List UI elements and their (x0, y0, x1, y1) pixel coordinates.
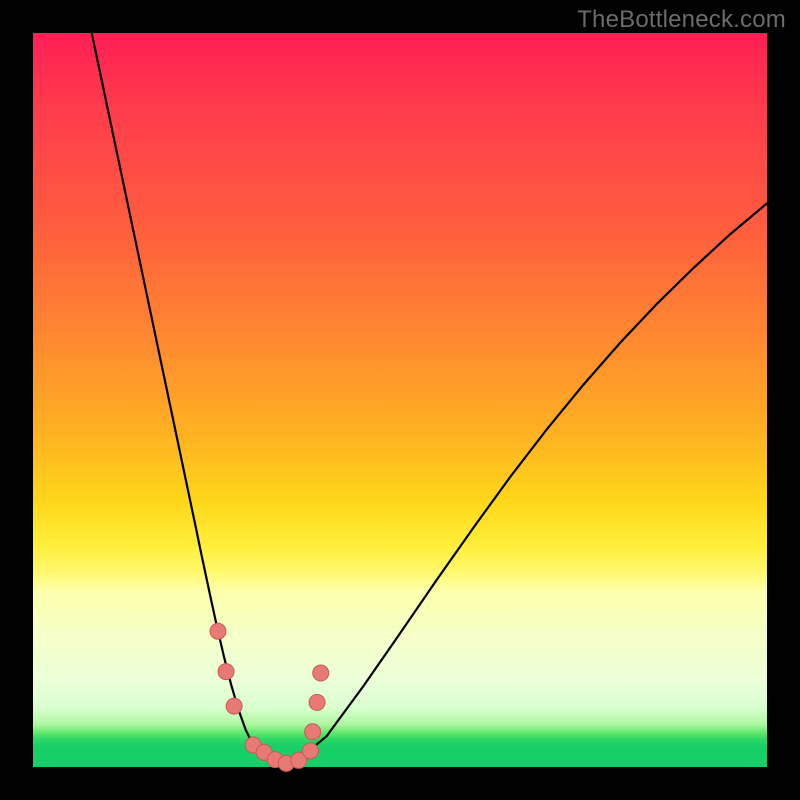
curve-layer (92, 33, 767, 763)
chart-stage: TheBottleneck.com (0, 0, 800, 800)
marker-point (305, 724, 321, 740)
marker-point (313, 665, 329, 681)
marker-point (210, 623, 226, 639)
bottleneck-curve (92, 33, 767, 763)
plot-area (33, 33, 767, 767)
watermark-text: TheBottleneck.com (577, 6, 786, 34)
chart-svg (33, 33, 767, 767)
markers-layer (210, 623, 329, 771)
marker-point (226, 698, 242, 714)
marker-point (218, 664, 234, 680)
marker-point (309, 694, 325, 710)
marker-point (302, 743, 318, 759)
